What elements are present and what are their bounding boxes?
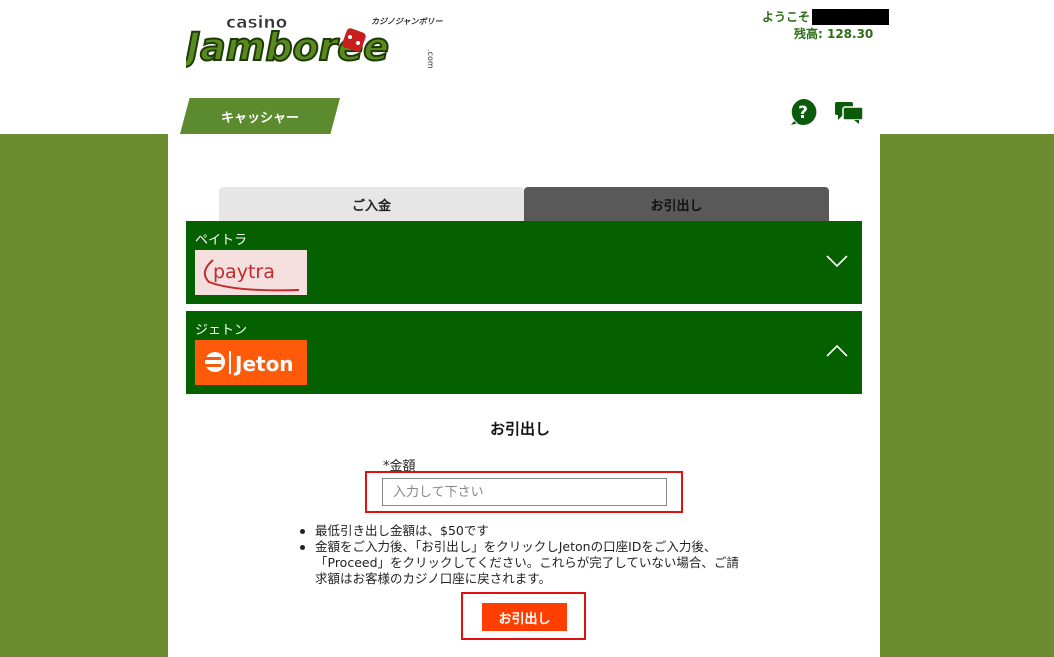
jeton-logo-text: Jeton bbox=[233, 352, 294, 376]
note-item: 金額をご入力後、「お引出し」をクリックしJetonの口座IDをご入力後、「Pro… bbox=[298, 539, 748, 587]
tab-withdraw[interactable]: お引出し bbox=[524, 187, 829, 221]
note-item: 最低引き出し金額は、$50です bbox=[298, 523, 748, 539]
chevron-down-icon[interactable] bbox=[826, 253, 848, 268]
paytra-logo: paytra bbox=[195, 250, 307, 295]
amount-input[interactable] bbox=[382, 478, 667, 506]
method-label: ペイトラ bbox=[195, 233, 248, 248]
welcome-text: ようこそ bbox=[762, 8, 890, 25]
casino-jamboree-logo[interactable]: casino Jamboree カジノジャンボリー .com bbox=[186, 12, 448, 68]
balance-text: 残高: 128.30 bbox=[794, 27, 874, 41]
form-title-text: お引出し bbox=[490, 420, 551, 438]
amount-highlight bbox=[365, 471, 683, 513]
cashier-label: キャッシャー bbox=[220, 110, 299, 126]
logo-kana: カジノジャンボリー bbox=[371, 17, 443, 26]
help-icon[interactable]: ? bbox=[789, 98, 817, 126]
paytra-logo-text: paytra bbox=[213, 261, 275, 283]
chevron-up-icon[interactable] bbox=[826, 343, 848, 357]
tab-deposit[interactable]: ご入金 bbox=[219, 187, 524, 221]
header bbox=[0, 0, 1054, 134]
method-jeton[interactable]: ジェトン Jeton bbox=[186, 311, 862, 394]
jeton-logo: Jeton bbox=[195, 340, 307, 385]
cashier-tab[interactable]: キャッシャー bbox=[180, 98, 340, 134]
svg-text:?: ? bbox=[798, 103, 808, 123]
cashier-tabs: ご入金 お引出し bbox=[219, 187, 829, 221]
chat-icon[interactable] bbox=[834, 100, 864, 124]
withdraw-notes: 最低引き出し金額は、$50です 金額をご入力後、「お引出し」をクリックしJeto… bbox=[298, 523, 748, 587]
username-redacted bbox=[812, 8, 890, 25]
withdraw-button[interactable]: お引出し bbox=[482, 603, 567, 631]
welcome-label: ようこそ bbox=[762, 10, 811, 24]
submit-highlight: お引出し bbox=[461, 592, 586, 640]
logo-com: .com bbox=[426, 49, 435, 68]
method-paytra[interactable]: ペイトラ paytra bbox=[186, 221, 862, 304]
method-label: ジェトン bbox=[195, 323, 248, 338]
